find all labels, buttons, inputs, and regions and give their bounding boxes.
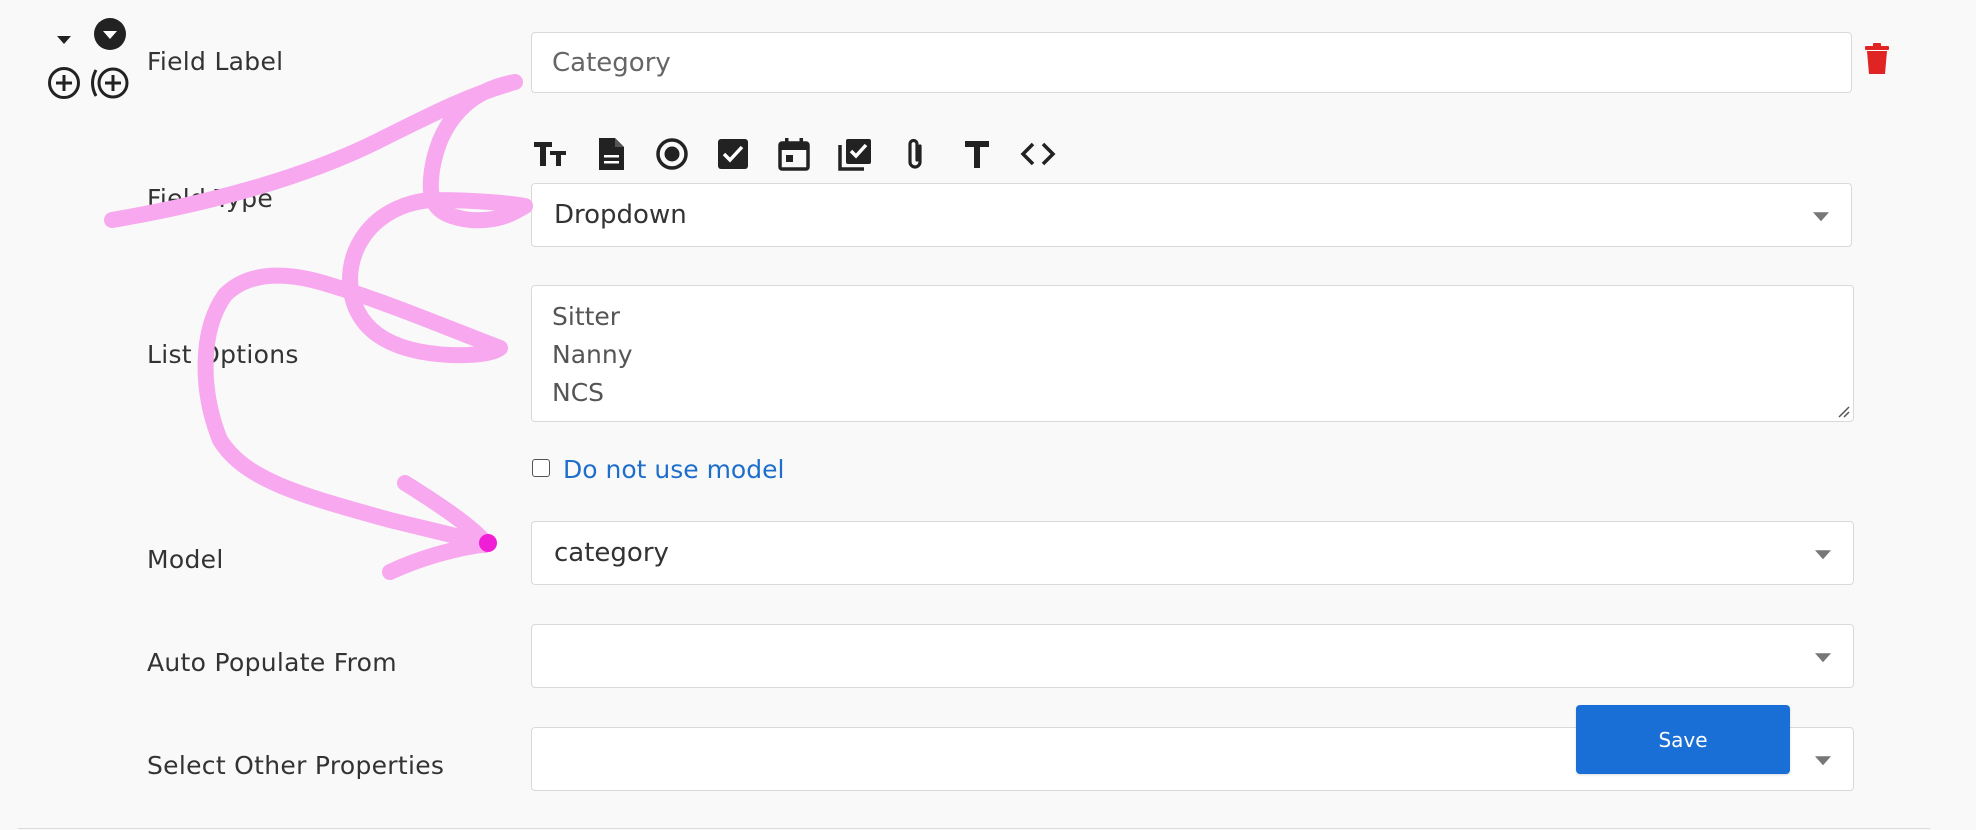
code-icon[interactable] [1020, 136, 1056, 172]
list-options-textarea[interactable]: Sitter Nanny NCS [531, 285, 1854, 422]
model-label: Model [147, 545, 224, 574]
field-type-select[interactable]: Dropdown [531, 183, 1852, 247]
auto-populate-label: Auto Populate From [147, 648, 397, 677]
auto-populate-select[interactable] [531, 624, 1854, 688]
field-label-input[interactable]: Category [531, 32, 1852, 93]
delete-trash-icon[interactable] [1864, 43, 1890, 75]
add-nested-icon[interactable] [88, 66, 130, 100]
other-properties-label: Select Other Properties [147, 751, 445, 780]
checklist-icon[interactable] [837, 136, 873, 172]
save-button[interactable]: Save [1576, 705, 1790, 774]
text-size-icon[interactable] [532, 136, 568, 172]
field-type-value: Dropdown [554, 200, 687, 230]
do-not-use-model-label[interactable]: Do not use model [563, 455, 784, 484]
bottom-divider [18, 828, 1930, 829]
resize-handle-icon[interactable] [1836, 404, 1850, 418]
add-circle-icon[interactable] [47, 66, 81, 100]
radio-icon[interactable] [654, 136, 690, 172]
chevron-down-icon [1815, 550, 1831, 560]
checkbox-icon[interactable] [715, 136, 751, 172]
calendar-icon[interactable] [776, 136, 812, 172]
chevron-down-icon [1815, 653, 1831, 663]
list-option-line: Nanny [552, 340, 633, 369]
model-select[interactable]: category [531, 521, 1854, 585]
chevron-down-icon [1813, 212, 1829, 222]
collapse-caret-icon[interactable] [55, 33, 73, 47]
field-type-label: Field Type [147, 184, 274, 213]
paperclip-icon[interactable] [898, 136, 934, 172]
expand-circle-icon[interactable] [93, 17, 127, 51]
do-not-use-model-checkbox[interactable] [532, 459, 550, 477]
document-icon[interactable] [593, 136, 629, 172]
list-options-label: List Options [147, 340, 299, 369]
text-icon[interactable] [959, 136, 995, 172]
model-value: category [554, 538, 669, 568]
list-option-line: NCS [552, 378, 605, 407]
chevron-down-icon [1815, 756, 1831, 766]
annotation-dot [479, 534, 497, 552]
list-option-line: Sitter [552, 302, 621, 331]
field-label-label: Field Label [147, 47, 284, 76]
field-label-value: Category [552, 47, 671, 78]
